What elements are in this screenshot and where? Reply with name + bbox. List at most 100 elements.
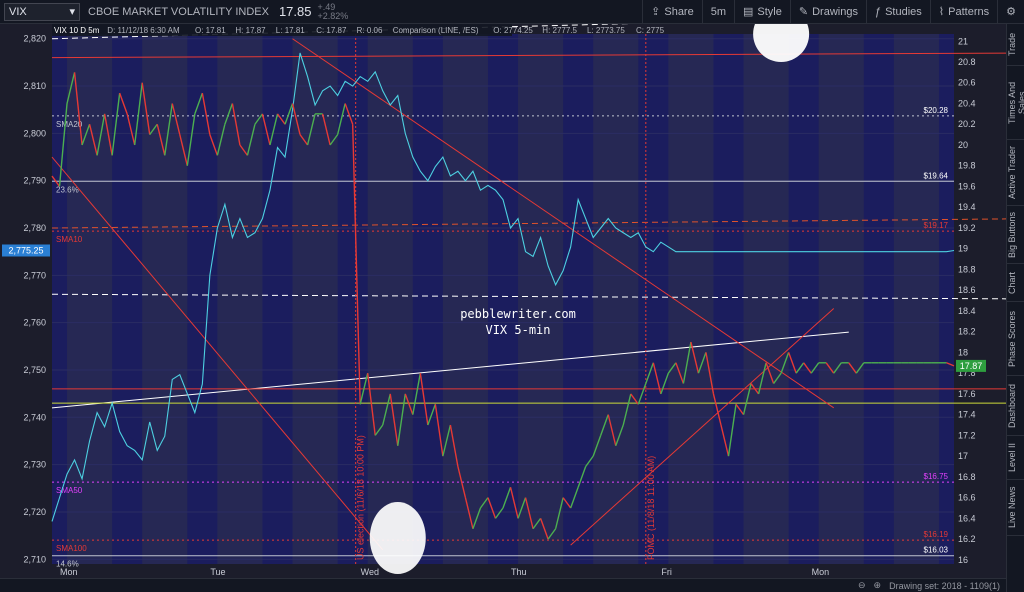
level-value: $16.19: [924, 530, 949, 539]
event-label: US election (11/6/18 10:00 PM): [356, 435, 366, 560]
chart-area[interactable]: 2,820 2,810 2,800 2,790 2,780 2,770 2,760 2,750…: [0, 24, 1006, 578]
share-icon: ⇪: [651, 6, 661, 18]
level-name: SMA50: [56, 486, 83, 495]
side-tab-big-buttons[interactable]: Big Buttons: [1007, 206, 1024, 264]
legend-item: VIX 10 D 5m: [54, 26, 100, 35]
es-tick-label: 2,810: [23, 81, 46, 91]
session-band: [818, 34, 864, 564]
es-tick-label: 2,770: [23, 270, 46, 280]
share-button[interactable]: ⇪ Share: [642, 0, 702, 24]
watermark-label: VIX 5-min: [485, 323, 550, 337]
es-tick-label: 2,720: [23, 507, 46, 517]
watermark-site: pebblewriter.com: [460, 307, 576, 321]
interval-label: 5m: [710, 5, 726, 18]
vix-tick-label: 20.8: [958, 57, 976, 67]
style-button[interactable]: ▤ Style: [734, 0, 790, 24]
settings-button[interactable]: ⚙: [997, 0, 1024, 24]
side-tab-chart[interactable]: Chart: [1007, 264, 1024, 302]
vix-tick-label: 18.4: [958, 306, 976, 316]
side-tab-trade[interactable]: Trade: [1007, 24, 1024, 66]
day-label: Fri: [661, 567, 672, 577]
es-tick-label: 2,800: [23, 128, 46, 138]
day-label: Tue: [210, 567, 225, 577]
chevron-down-icon: ▾: [69, 6, 75, 18]
interval-button[interactable]: 5m: [701, 0, 734, 24]
day-label: Thu: [511, 567, 527, 577]
es-tick-label: 2,750: [23, 365, 46, 375]
vix-tick-label: 16.8: [958, 472, 976, 482]
session-band: [668, 34, 714, 564]
highlight-oval: [369, 502, 426, 574]
level-name: 23.6%: [56, 185, 79, 194]
vix-tick-label: 19.8: [958, 161, 976, 171]
side-tab-bar: Trade Times And Sales Active Trader Big But…: [1006, 24, 1024, 592]
vix-tick-label: 17.2: [958, 430, 976, 440]
style-icon: ▤: [743, 6, 754, 18]
vix-tick-label: 16.2: [958, 534, 976, 544]
level-name: SMA100: [56, 544, 87, 553]
studies-icon: ƒ: [874, 5, 882, 18]
level-name: SMA10: [56, 235, 83, 244]
vix-tick-label: 16.6: [958, 493, 976, 503]
side-tab-times-and-sales[interactable]: Times And Sales: [1007, 66, 1024, 140]
vix-last-label: 17.87: [960, 361, 983, 371]
level-name: SMA20: [56, 120, 83, 129]
es-last-label: 2,775.25: [8, 245, 43, 255]
vix-tick-label: 20.6: [958, 78, 976, 88]
day-label: Mon: [812, 567, 830, 577]
patterns-button[interactable]: ⌇ Patterns: [929, 0, 997, 24]
legend-item: C: 17.87: [316, 26, 347, 35]
zoom-in-icon[interactable]: ⊕: [874, 580, 882, 591]
vix-tick-label: 16.4: [958, 513, 976, 523]
patterns-icon: ⌇: [938, 6, 945, 18]
zoom-out-icon[interactable]: ⊖: [858, 580, 866, 591]
vix-tick-label: 17: [958, 451, 968, 461]
side-tab-dashboard[interactable]: Dashboard: [1007, 376, 1024, 436]
vix-tick-label: 20: [958, 140, 968, 150]
drawings-label: Drawings: [812, 5, 858, 18]
es-tick-label: 2,710: [23, 554, 46, 564]
side-tab-level-ii[interactable]: Level II: [1007, 436, 1024, 480]
vix-tick-label: 18: [958, 347, 968, 357]
es-tick-label: 2,740: [23, 412, 46, 422]
event-label: FOMC (11/8/18 11:00 AM): [646, 456, 656, 560]
level-name: 14.6%: [56, 560, 79, 569]
side-tab-phase-scores[interactable]: Phase Scores: [1007, 302, 1024, 376]
symbol-label: VIX: [9, 5, 27, 18]
gear-icon: ⚙: [1006, 6, 1016, 18]
legend-item: L: 17.81: [276, 26, 305, 35]
share-label: Share: [664, 5, 694, 18]
level-value: $16.75: [924, 472, 949, 481]
change-pct: +2.82%: [317, 10, 349, 21]
session-band: [442, 34, 488, 564]
side-tab-live-news[interactable]: Live News: [1007, 480, 1024, 536]
studies-label: Studies: [885, 5, 922, 18]
side-tab-active-trader[interactable]: Active Trader: [1007, 140, 1024, 206]
level-value: $16.03: [924, 546, 949, 555]
legend-item: O: 17.81: [195, 26, 226, 35]
vix-tick-label: 19.2: [958, 223, 976, 233]
patterns-label: Patterns: [948, 5, 990, 18]
vix-tick-label: 20.4: [958, 98, 976, 108]
legend-item: H: 2777.5: [542, 26, 577, 35]
vix-tick-label: 21: [958, 36, 968, 46]
session-band: [142, 34, 188, 564]
session-band: [743, 34, 789, 564]
drawing-set-label: Drawing set: 2018 - 1109(1): [889, 580, 1000, 591]
es-tick-label: 2,820: [23, 34, 46, 44]
es-tick-label: 2,730: [23, 460, 46, 470]
level-value: $19.17: [924, 221, 949, 230]
vix-tick-label: 18.8: [958, 264, 976, 274]
status-bar: ⊖ ⊕ Drawing set: 2018 - 1109(1): [0, 578, 1006, 592]
session-band: [518, 34, 564, 564]
drawings-button[interactable]: ✎ Drawings: [789, 0, 866, 24]
vix-tick-label: 19.6: [958, 181, 976, 191]
studies-button[interactable]: ƒ Studies: [865, 0, 930, 24]
style-label: Style: [757, 5, 782, 18]
legend-item: O: 2774.25: [493, 26, 533, 35]
session-band: [217, 34, 263, 564]
vix-tick-label: 20.2: [958, 119, 976, 129]
vix-tick-label: 16: [958, 555, 968, 565]
session-band: [367, 34, 413, 564]
symbol-input[interactable]: VIX ▾: [4, 2, 80, 21]
